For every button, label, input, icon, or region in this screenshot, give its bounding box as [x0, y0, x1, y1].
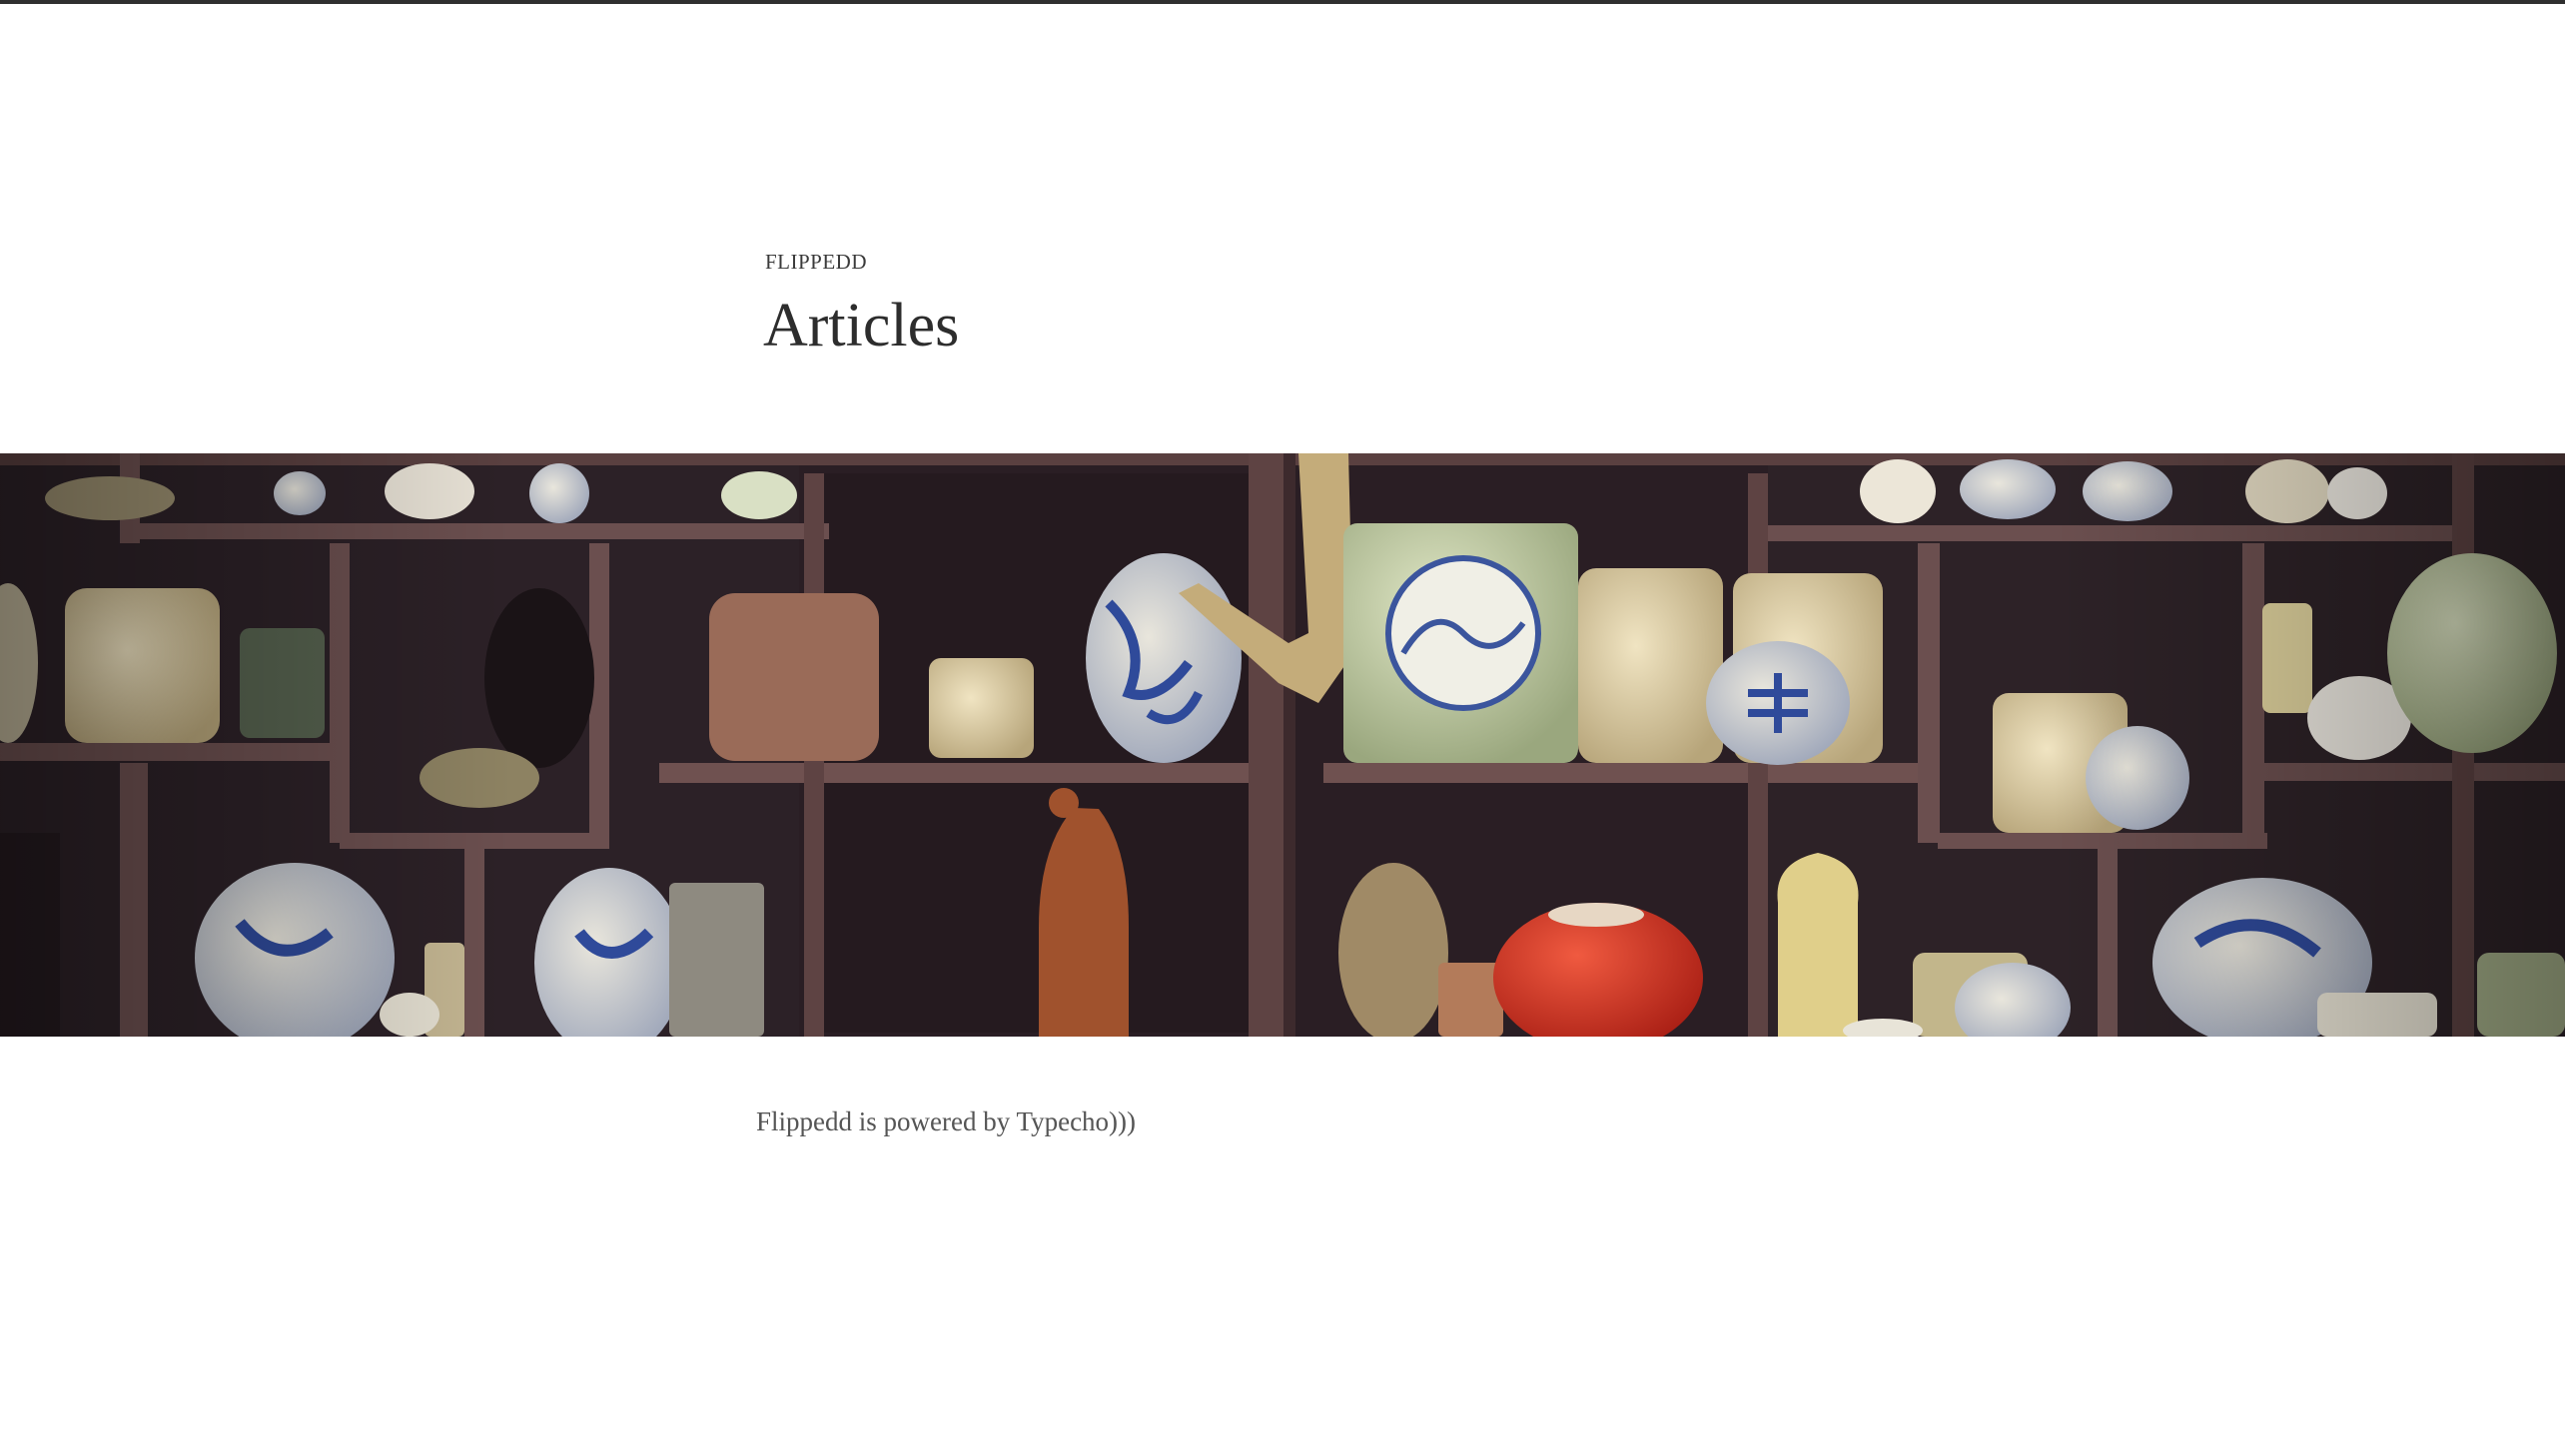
top-border: [0, 0, 2565, 4]
hero-image: [0, 453, 2565, 1037]
page-title: Articles: [763, 292, 960, 360]
footer-credit: Flippedd is powered by Typecho))): [756, 1106, 1137, 1136]
site-name[interactable]: FLIPPEDD: [765, 250, 867, 275]
